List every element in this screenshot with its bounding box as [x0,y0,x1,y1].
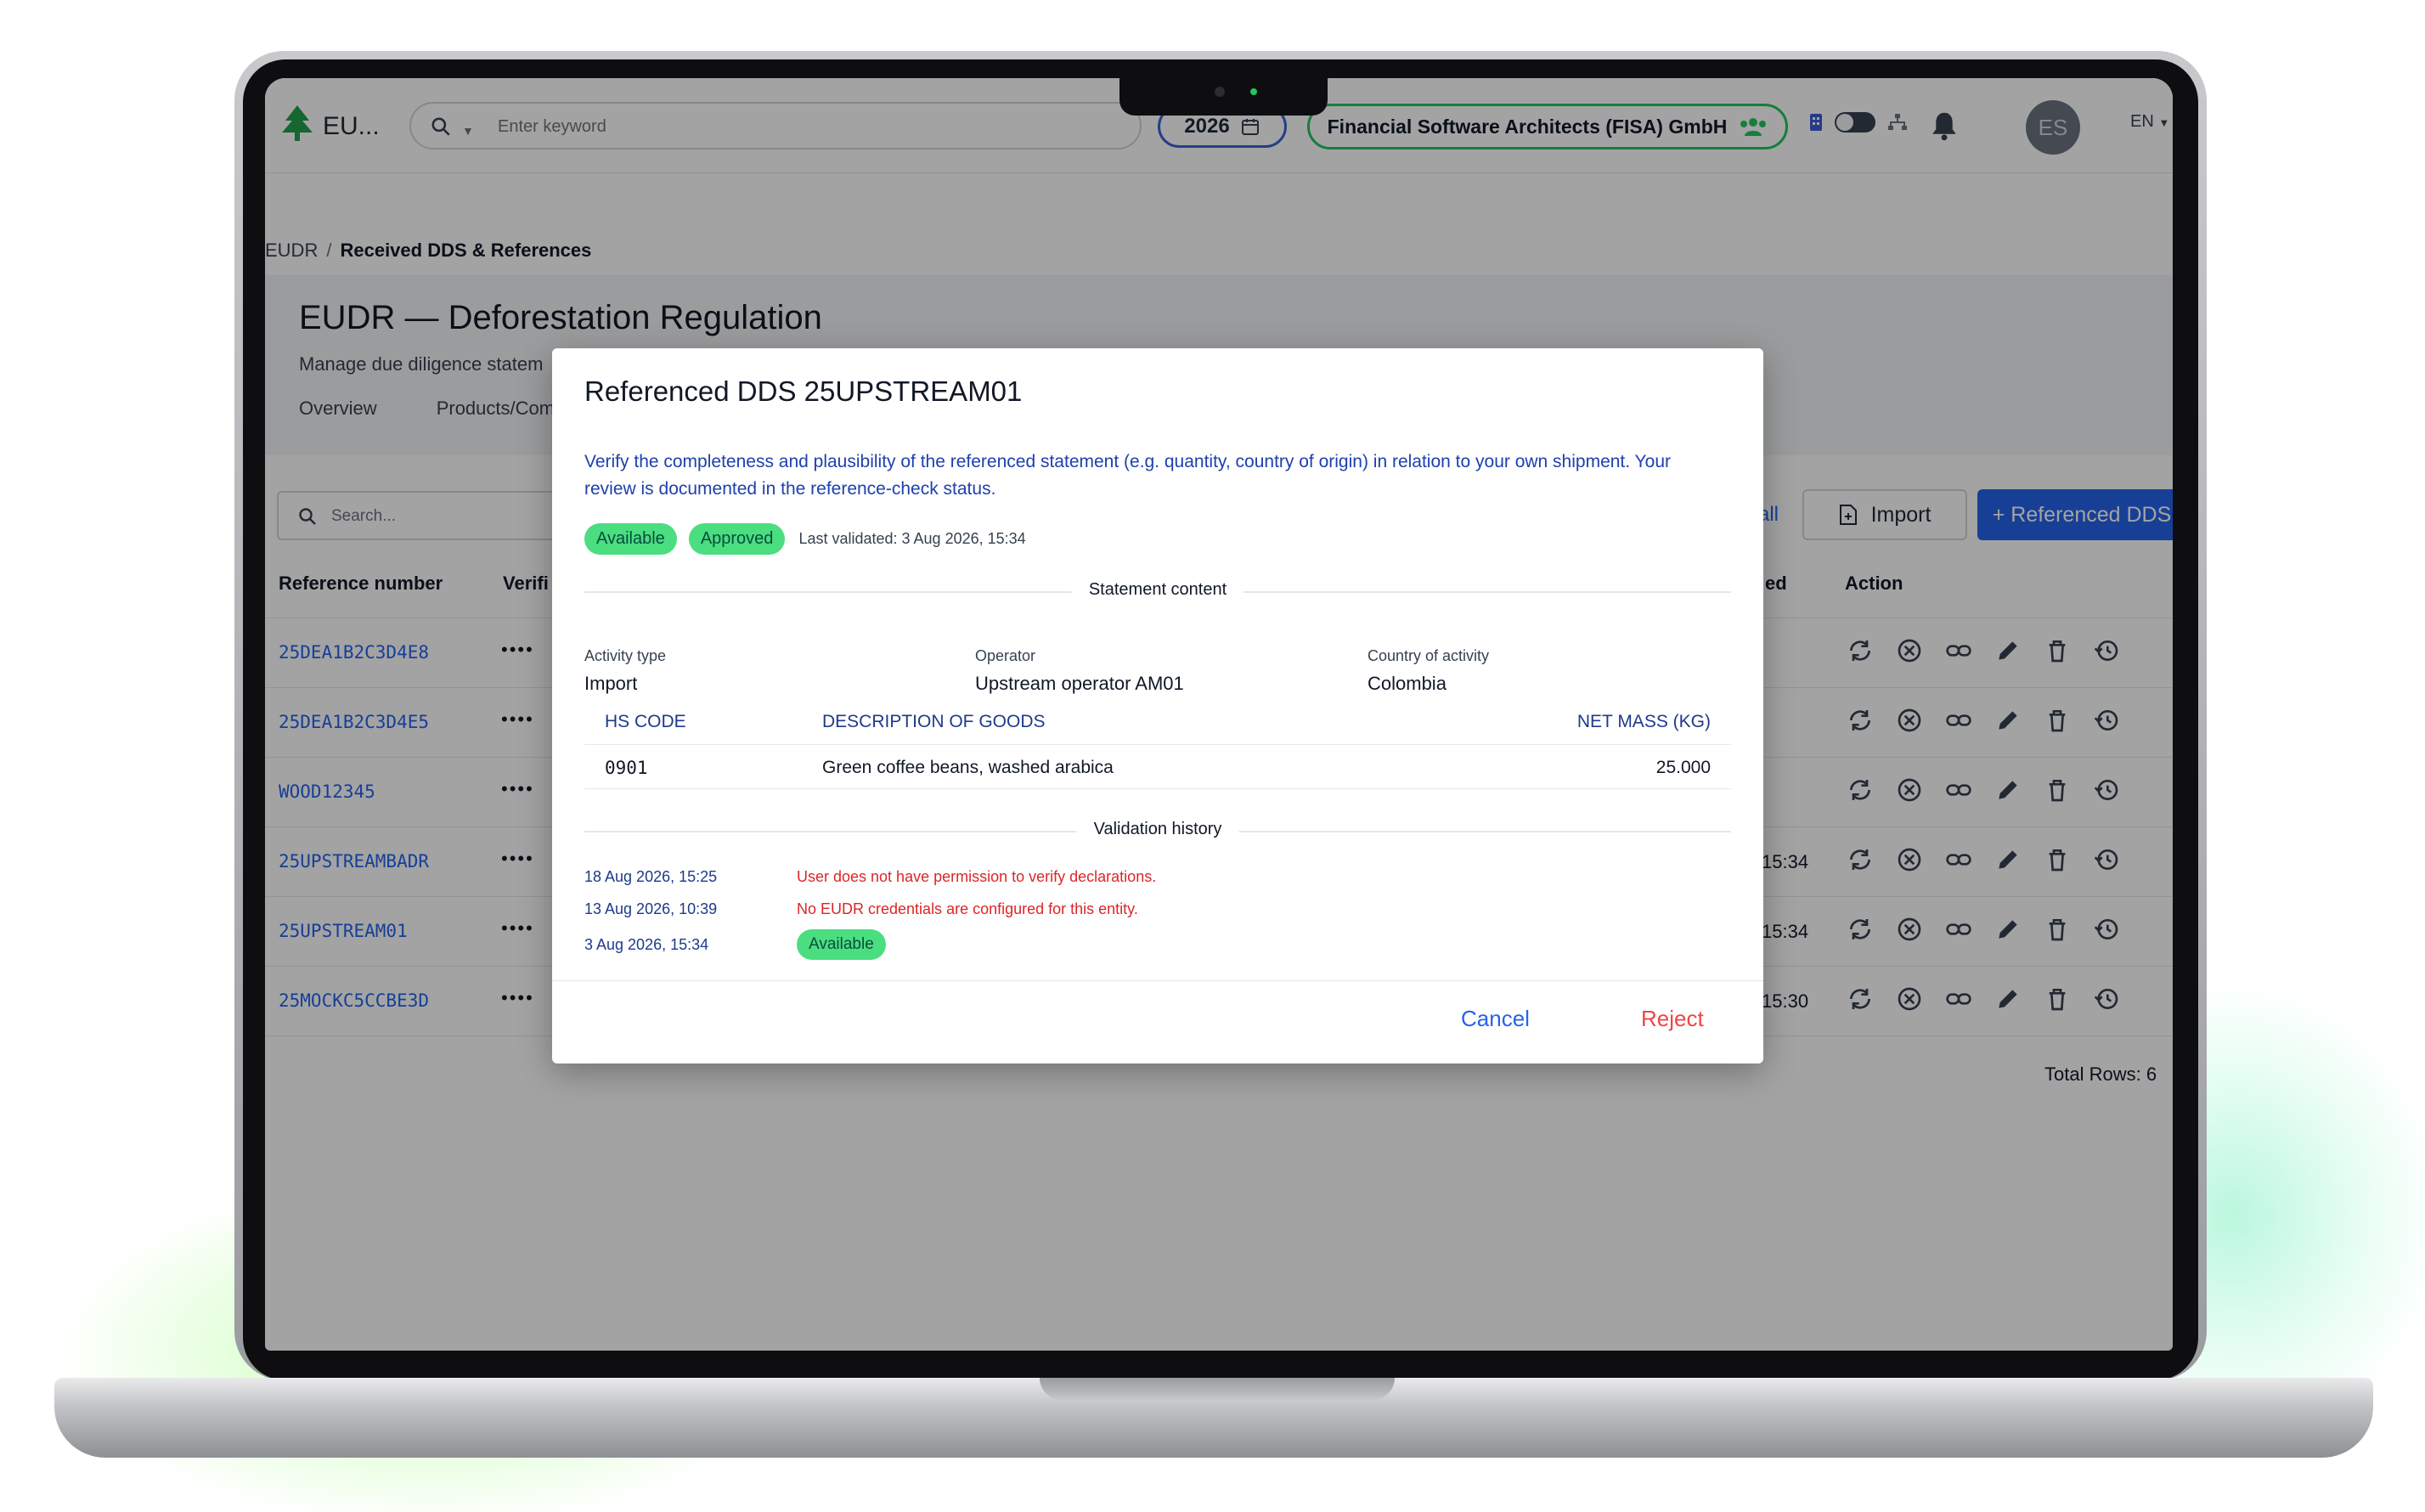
history-message: No EUDR credentials are configured for t… [797,900,1138,917]
history-message: User does not have permission to verify … [797,868,1157,885]
goods-col-description: DESCRIPTION OF GOODS [822,712,1046,731]
camera-lens [1215,87,1225,97]
cancel-button[interactable]: Cancel [1461,1006,1530,1032]
status-badge-approved: Approved [688,523,786,555]
laptop-screen: EU... ▼ 2026 Financial Software Architec… [265,78,2173,1351]
history-date: 3 Aug 2026, 15:34 [584,936,709,953]
country-value: Colombia [1368,673,1447,694]
country-label: Country of activity [1368,647,1490,664]
goods-description: Green coffee beans, washed arabica [822,758,1114,777]
product-mockup-stage: EU... ▼ 2026 Financial Software Architec… [0,0,2425,1512]
operator-value: Upstream operator AM01 [975,673,1184,694]
activity-type-value: Import [584,673,638,694]
goods-header-divider [584,744,1731,745]
status-badges: Available Approved Last validated: 3 Aug… [584,523,1026,555]
section-divider: Statement content [584,580,1731,600]
dialog-title: Referenced DDS 25UPSTREAM01 [584,375,1023,407]
goods-col-hs: HS CODE [605,712,686,731]
activity-type-label: Activity type [584,647,667,664]
reject-button[interactable]: Reject [1641,1006,1704,1032]
camera-indicator [1250,88,1257,95]
goods-row-divider [584,788,1731,789]
history-date: 18 Aug 2026, 15:25 [584,868,718,885]
status-badge-available: Available [584,523,677,555]
goods-hs-code: 0901 [605,758,648,778]
goods-net-mass: 25.000 [1655,758,1711,777]
history-date: 13 Aug 2026, 10:39 [584,900,718,917]
goods-col-mass: NET MASS (KG) [1576,712,1711,731]
last-validated: Last validated: 3 Aug 2026, 15:34 [798,530,1026,547]
camera-notch [1119,75,1328,116]
section-statement-content: Statement content [1071,580,1244,600]
dialog-footer-divider [552,980,1763,981]
dialog-description: Verify the completeness and plausibility… [584,452,1671,499]
referenced-dds-dialog: Referenced DDS 25UPSTREAM01 Verify the c… [552,348,1763,1063]
section-divider: Validation history [584,820,1731,839]
operator-label: Operator [975,647,1036,664]
laptop-base-notch [1040,1378,1395,1400]
history-badge-available: Available [797,929,886,960]
section-validation-history: Validation history [1076,820,1239,839]
